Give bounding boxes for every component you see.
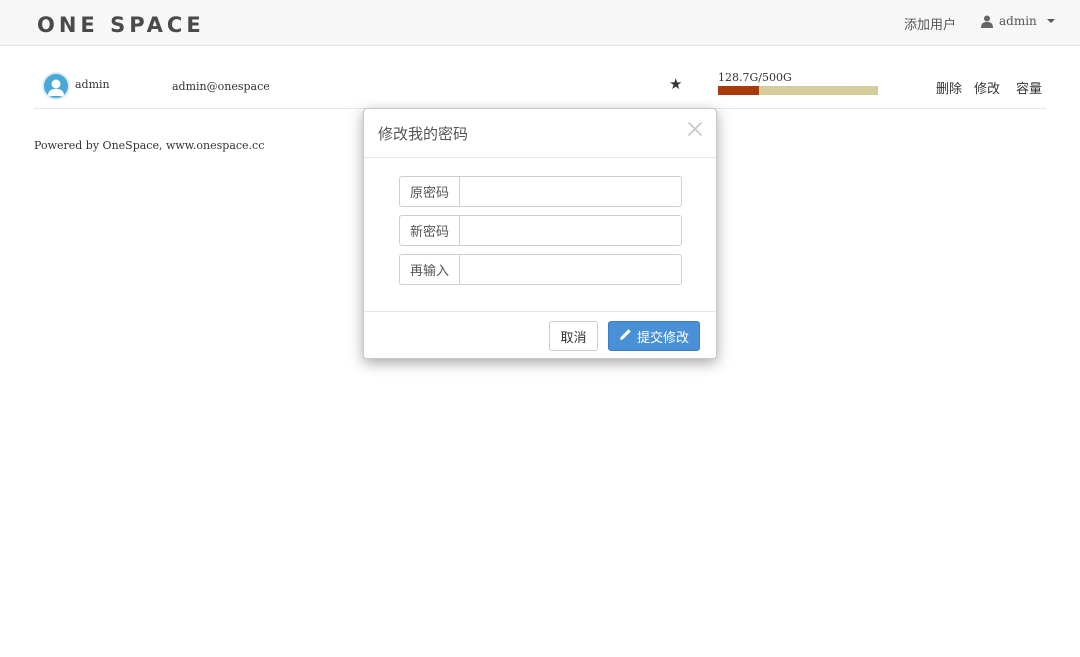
quota-text: 128.7G/500G <box>718 71 792 84</box>
edit-user-button[interactable]: 修改 <box>974 78 1000 97</box>
avatar <box>44 74 68 98</box>
pencil-icon <box>619 328 632 345</box>
close-icon[interactable] <box>686 120 704 138</box>
admin-star-icon: ★ <box>669 75 683 93</box>
change-password-modal: 修改我的密码 原密码 新密码 再输入 取消 提交修改 <box>363 108 717 359</box>
caret-down-icon <box>1046 19 1055 23</box>
confirm-password-input[interactable] <box>459 254 682 285</box>
footer-text: Powered by OneSpace, www.onespace.cc <box>34 139 265 152</box>
modal-title: 修改我的密码 <box>378 125 469 143</box>
cancel-button[interactable]: 取消 <box>549 321 598 351</box>
user-list-row: admin admin@onespace ★ 128.7G/500G 删除 修改… <box>34 66 1046 109</box>
quota-progress-bar <box>718 86 878 95</box>
current-user-name: admin <box>999 14 1037 28</box>
delete-user-button[interactable]: 删除 <box>936 78 962 97</box>
old-password-input[interactable] <box>459 176 682 207</box>
modal-header: 修改我的密码 <box>364 109 716 158</box>
top-navbar: ONE SPACE 添加用户 admin <box>0 0 1080 46</box>
old-password-row: 原密码 <box>399 176 682 207</box>
confirm-password-row: 再输入 <box>399 254 682 285</box>
confirm-password-label: 再输入 <box>399 254 459 285</box>
user-name: admin <box>75 78 110 91</box>
user-menu-dropdown[interactable]: admin <box>981 14 1055 28</box>
app-logo[interactable]: ONE SPACE <box>37 13 205 37</box>
new-password-row: 新密码 <box>399 215 682 246</box>
submit-change-button[interactable]: 提交修改 <box>608 321 700 351</box>
quota-progress-fill <box>718 86 760 95</box>
new-password-input[interactable] <box>459 215 682 246</box>
new-password-label: 新密码 <box>399 215 459 246</box>
old-password-label: 原密码 <box>399 176 459 207</box>
modal-footer-divider <box>364 311 716 312</box>
user-email: admin@onespace <box>172 80 270 93</box>
capacity-button[interactable]: 容量 <box>1016 78 1042 97</box>
add-user-link[interactable]: 添加用户 <box>904 14 956 33</box>
user-icon <box>981 15 993 28</box>
submit-change-label: 提交修改 <box>636 330 689 346</box>
